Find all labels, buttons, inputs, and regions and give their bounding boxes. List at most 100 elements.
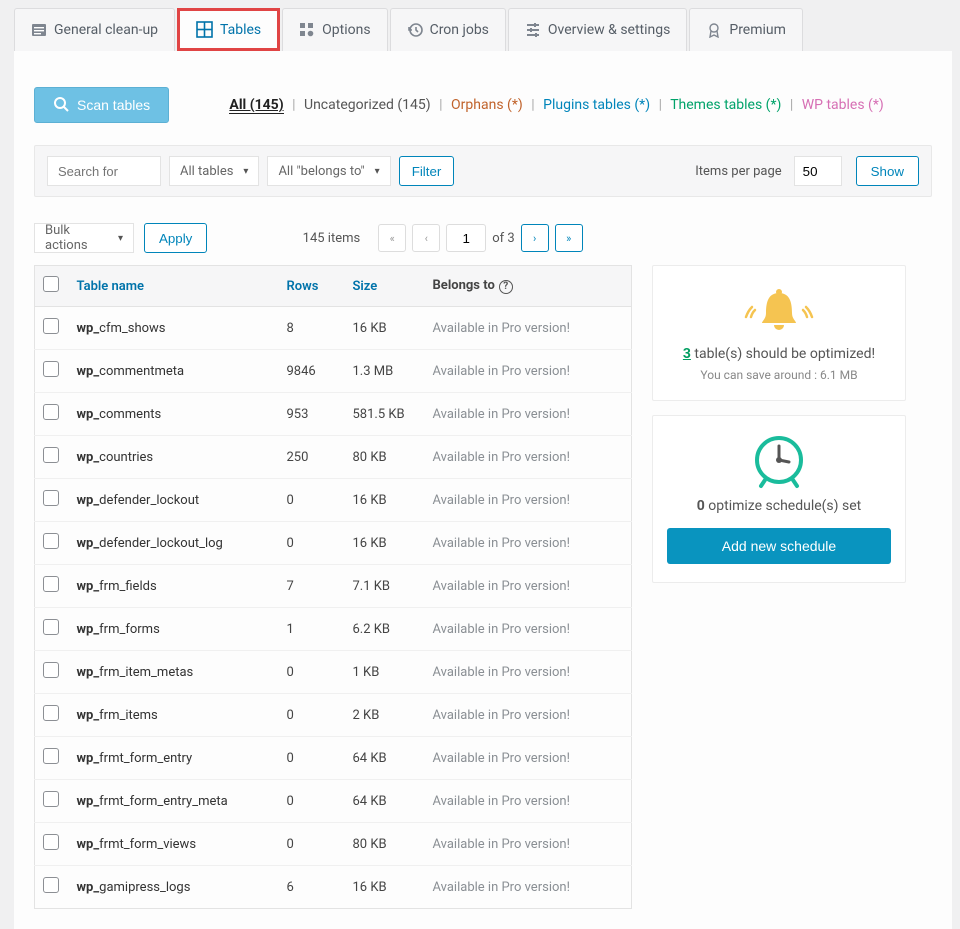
tab-premium[interactable]: Premium	[689, 8, 803, 51]
tab-options[interactable]: Options	[282, 8, 387, 51]
schedule-line: 0 optimize schedule(s) set	[667, 498, 891, 514]
cell-belongs-to: Available in Pro version!	[425, 307, 632, 350]
last-page-button[interactable]: »	[555, 224, 583, 252]
row-checkbox[interactable]	[43, 619, 59, 635]
filter-button[interactable]: Filter	[399, 156, 455, 186]
cell-rows: 9846	[279, 350, 345, 393]
chevron-down-icon: ▾	[118, 233, 123, 244]
history-icon	[407, 22, 423, 38]
divider: |	[531, 97, 534, 113]
filter-orphans[interactable]: Orphans (*)	[451, 97, 523, 113]
tab-label: General clean-up	[54, 22, 158, 38]
optimize-card: 3 table(s) should be optimized! You can …	[652, 265, 906, 401]
col-size[interactable]: Size	[345, 266, 425, 307]
cell-table-name: wp_frm_fields	[69, 565, 279, 608]
pagination: 145 items « ‹ of 3 › »	[217, 224, 668, 252]
badge-icon	[706, 22, 722, 38]
cell-table-name: wp_commentmeta	[69, 350, 279, 393]
scan-tables-button[interactable]: Scan tables	[34, 87, 169, 123]
all-tables-dropdown[interactable]: All tables▾	[169, 156, 259, 186]
optimize-sub: You can save around : 6.1 MB	[667, 368, 891, 382]
items-per-page-input[interactable]	[794, 156, 842, 186]
divider: |	[292, 97, 295, 113]
search-icon	[53, 96, 69, 115]
tab-label: Tables	[220, 22, 261, 38]
tables-table: Table name Rows Size Belongs to? wp_cfm_…	[34, 265, 632, 909]
cell-table-name: wp_countries	[69, 436, 279, 479]
col-table-name[interactable]: Table name	[69, 266, 279, 307]
cell-size: 6.2 KB	[345, 608, 425, 651]
items-per-page-label: Items per page	[695, 164, 781, 179]
cell-size: 16 KB	[345, 866, 425, 909]
filter-uncategorized[interactable]: Uncategorized (145)	[304, 97, 431, 113]
cell-table-name: wp_frm_item_metas	[69, 651, 279, 694]
cell-belongs-to: Available in Pro version!	[425, 866, 632, 909]
cell-table-name: wp_gamipress_logs	[69, 866, 279, 909]
cell-table-name: wp_comments	[69, 393, 279, 436]
table-row: wp_cfm_shows816 KBAvailable in Pro versi…	[35, 307, 632, 350]
row-checkbox[interactable]	[43, 361, 59, 377]
tab-general-cleanup[interactable]: General clean-up	[14, 8, 175, 51]
apply-button[interactable]: Apply	[144, 223, 207, 253]
first-page-button[interactable]: «	[378, 224, 406, 252]
cell-rows: 0	[279, 823, 345, 866]
cell-size: 2 KB	[345, 694, 425, 737]
search-input[interactable]	[47, 156, 161, 186]
cell-table-name: wp_frm_forms	[69, 608, 279, 651]
select-all-checkbox[interactable]	[43, 276, 59, 292]
col-rows[interactable]: Rows	[279, 266, 345, 307]
cell-size: 7.1 KB	[345, 565, 425, 608]
add-schedule-button[interactable]: Add new schedule	[667, 528, 891, 564]
of-pages-label: of 3	[492, 231, 514, 246]
select-all-header	[35, 266, 69, 307]
help-icon[interactable]: ?	[499, 280, 513, 294]
row-checkbox[interactable]	[43, 447, 59, 463]
next-page-button[interactable]: ›	[521, 224, 549, 252]
prev-page-button[interactable]: ‹	[412, 224, 440, 252]
belongs-to-dropdown[interactable]: All "belongs to"▾	[267, 156, 390, 186]
row-checkbox[interactable]	[43, 404, 59, 420]
cell-size: 80 KB	[345, 823, 425, 866]
cell-belongs-to: Available in Pro version!	[425, 737, 632, 780]
tab-tables[interactable]: Tables	[177, 8, 280, 51]
row-checkbox[interactable]	[43, 748, 59, 764]
filter-all[interactable]: All (145)	[229, 97, 283, 114]
filter-wp-tables[interactable]: WP tables (*)	[802, 97, 884, 113]
show-button[interactable]: Show	[856, 156, 919, 186]
cell-rows: 7	[279, 565, 345, 608]
cell-rows: 6	[279, 866, 345, 909]
optimize-count[interactable]: 3	[683, 346, 691, 362]
row-checkbox[interactable]	[43, 877, 59, 893]
cell-belongs-to: Available in Pro version!	[425, 479, 632, 522]
table-row: wp_comments953581.5 KBAvailable in Pro v…	[35, 393, 632, 436]
row-checkbox[interactable]	[43, 490, 59, 506]
table-row: wp_frmt_form_entry_meta064 KBAvailable i…	[35, 780, 632, 823]
page-number-input[interactable]	[446, 224, 486, 252]
row-checkbox[interactable]	[43, 834, 59, 850]
cell-belongs-to: Available in Pro version!	[425, 780, 632, 823]
cell-table-name: wp_frm_items	[69, 694, 279, 737]
cell-size: 64 KB	[345, 780, 425, 823]
table-row: wp_frm_items02 KBAvailable in Pro versio…	[35, 694, 632, 737]
cell-belongs-to: Available in Pro version!	[425, 393, 632, 436]
cell-belongs-to: Available in Pro version!	[425, 651, 632, 694]
scan-label: Scan tables	[77, 97, 150, 113]
row-checkbox[interactable]	[43, 662, 59, 678]
optimize-line: 3 table(s) should be optimized!	[667, 346, 891, 362]
cell-rows: 0	[279, 651, 345, 694]
table-row: wp_frm_item_metas01 KBAvailable in Pro v…	[35, 651, 632, 694]
row-checkbox[interactable]	[43, 318, 59, 334]
row-checkbox[interactable]	[43, 576, 59, 592]
tab-cron-jobs[interactable]: Cron jobs	[390, 8, 506, 51]
cell-belongs-to: Available in Pro version!	[425, 350, 632, 393]
row-checkbox[interactable]	[43, 533, 59, 549]
filter-plugins-tables[interactable]: Plugins tables (*)	[543, 97, 650, 113]
row-checkbox[interactable]	[43, 791, 59, 807]
cell-rows: 0	[279, 479, 345, 522]
bulk-actions-dropdown[interactable]: Bulk actions▾	[34, 223, 134, 253]
cell-size: 1 KB	[345, 651, 425, 694]
tab-overview-settings[interactable]: Overview & settings	[508, 8, 687, 51]
cell-table-name: wp_defender_lockout	[69, 479, 279, 522]
row-checkbox[interactable]	[43, 705, 59, 721]
filter-themes-tables[interactable]: Themes tables (*)	[670, 97, 781, 113]
